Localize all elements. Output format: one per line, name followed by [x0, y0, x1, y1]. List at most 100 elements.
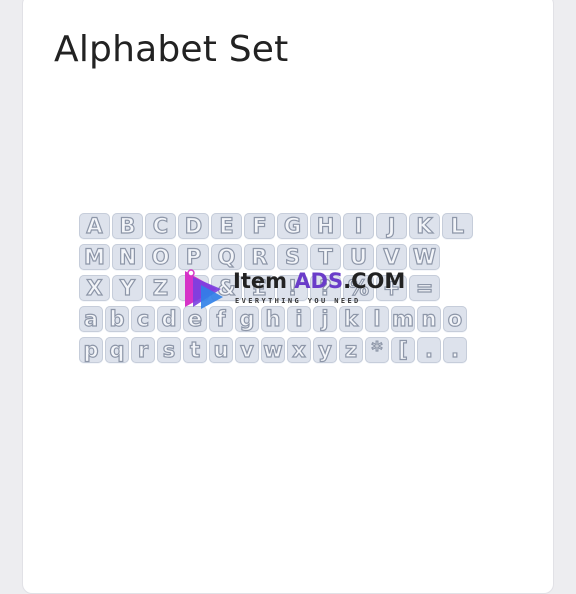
letter-key: = — [409, 275, 440, 301]
letter-glyph: w — [263, 337, 284, 362]
letter-glyph: z — [344, 337, 358, 362]
letter-glyph: v — [240, 337, 255, 362]
play-logo-icon — [185, 269, 223, 309]
letter-key: z — [339, 337, 363, 363]
letter-glyph: J — [387, 213, 396, 238]
letter-glyph: N — [118, 244, 137, 269]
letter-glyph: q — [109, 337, 125, 362]
letter-glyph: = — [415, 275, 434, 300]
letter-key: N — [112, 244, 143, 270]
letter-key: y — [313, 337, 337, 363]
letter-key: . — [417, 337, 441, 363]
letter-glyph: U — [349, 244, 368, 269]
letter-key: Z — [145, 275, 176, 301]
letter-glyph: k — [343, 306, 358, 331]
product-image[interactable]: ABCDEFGHIJKLMNOPQRSTUVWXYZ$&£!?%+=abcdef… — [79, 91, 515, 541]
letter-glyph: L — [450, 213, 465, 238]
letter-glyph: P — [185, 244, 202, 269]
watermark-brand-com: .COM — [343, 269, 406, 293]
letter-key: [ — [391, 337, 415, 363]
letter-key: . — [443, 337, 467, 363]
letter-glyph: R — [251, 244, 268, 269]
letter-glyph: s — [162, 337, 176, 362]
watermark: Item ADS.COM EVERYTHING YOU NEED — [179, 267, 409, 311]
letter-glyph: p — [83, 337, 99, 362]
letter-key: w — [261, 337, 285, 363]
letter-glyph: f — [216, 306, 226, 331]
letter-glyph: a — [83, 306, 99, 331]
watermark-tagline: EVERYTHING YOU NEED — [235, 297, 361, 305]
letter-key: s — [157, 337, 181, 363]
letter-key: F — [244, 213, 275, 239]
letter-key: E — [211, 213, 242, 239]
letter-key: W — [409, 244, 440, 270]
letter-key: H — [310, 213, 341, 239]
letter-glyph: Q — [217, 244, 236, 269]
letter-glyph: l — [373, 306, 381, 331]
letter-glyph: Z — [152, 275, 169, 300]
letter-glyph: e — [187, 306, 203, 331]
letter-key: I — [343, 213, 374, 239]
letter-glyph: h — [265, 306, 281, 331]
letter-glyph: Y — [119, 275, 136, 300]
letter-glyph: F — [252, 213, 268, 238]
letter-glyph: T — [318, 244, 334, 269]
letter-glyph: C — [152, 213, 169, 238]
letter-key: u — [209, 337, 233, 363]
letter-glyph: b — [109, 306, 125, 331]
letter-key: J — [376, 213, 407, 239]
letter-glyph: S — [284, 244, 301, 269]
letter-glyph: g — [239, 306, 255, 331]
letter-glyph: . — [424, 337, 433, 362]
letter-key: O — [145, 244, 176, 270]
letter-glyph: i — [295, 306, 303, 331]
letter-glyph: W — [412, 244, 437, 269]
letter-key: C — [145, 213, 176, 239]
letter-key: K — [409, 213, 440, 239]
letter-glyph: x — [292, 337, 307, 362]
watermark-brand: Item ADS.COM — [233, 271, 405, 292]
letter-glyph: V — [383, 244, 400, 269]
letter-key: c — [131, 306, 155, 332]
watermark-brand-item: Item — [233, 269, 287, 293]
letter-glyph: j — [321, 306, 329, 331]
letter-glyph: I — [354, 213, 363, 238]
letter-glyph: . — [450, 337, 459, 362]
product-card: Alphabet Set ABCDEFGHIJKLMNOPQRSTUVWXYZ$… — [22, 0, 554, 594]
letter-glyph: H — [316, 213, 335, 238]
letter-key: a — [79, 306, 103, 332]
letter-key: v — [235, 337, 259, 363]
letter-key: G — [277, 213, 308, 239]
letter-key: * — [365, 337, 389, 363]
card-title: Alphabet Set — [54, 29, 289, 70]
letter-key: B — [112, 213, 143, 239]
letter-glyph: m — [391, 306, 414, 331]
letter-glyph: X — [86, 275, 103, 300]
letter-key: Y — [112, 275, 143, 301]
letter-key: b — [105, 306, 129, 332]
letter-glyph: o — [447, 306, 463, 331]
key-row: ABCDEFGHIJKL — [79, 213, 515, 239]
letter-key: M — [79, 244, 110, 270]
letter-key: X — [79, 275, 110, 301]
letter-key: q — [105, 337, 129, 363]
letter-glyph: y — [318, 337, 333, 362]
letter-key: n — [417, 306, 441, 332]
letter-glyph: K — [416, 213, 434, 238]
letter-glyph: G — [283, 213, 302, 238]
letter-key: t — [183, 337, 207, 363]
letter-glyph: E — [219, 213, 235, 238]
letter-key: x — [287, 337, 311, 363]
letter-glyph: M — [83, 244, 105, 269]
letter-key: d — [157, 306, 181, 332]
letter-key: L — [442, 213, 473, 239]
letter-glyph: d — [161, 306, 177, 331]
letter-glyph: c — [136, 306, 150, 331]
letter-glyph: D — [184, 213, 203, 238]
letter-key: p — [79, 337, 103, 363]
letter-key: D — [178, 213, 209, 239]
letter-key: A — [79, 213, 110, 239]
letter-glyph: O — [151, 244, 170, 269]
letter-key: r — [131, 337, 155, 363]
letter-glyph: r — [137, 337, 149, 362]
